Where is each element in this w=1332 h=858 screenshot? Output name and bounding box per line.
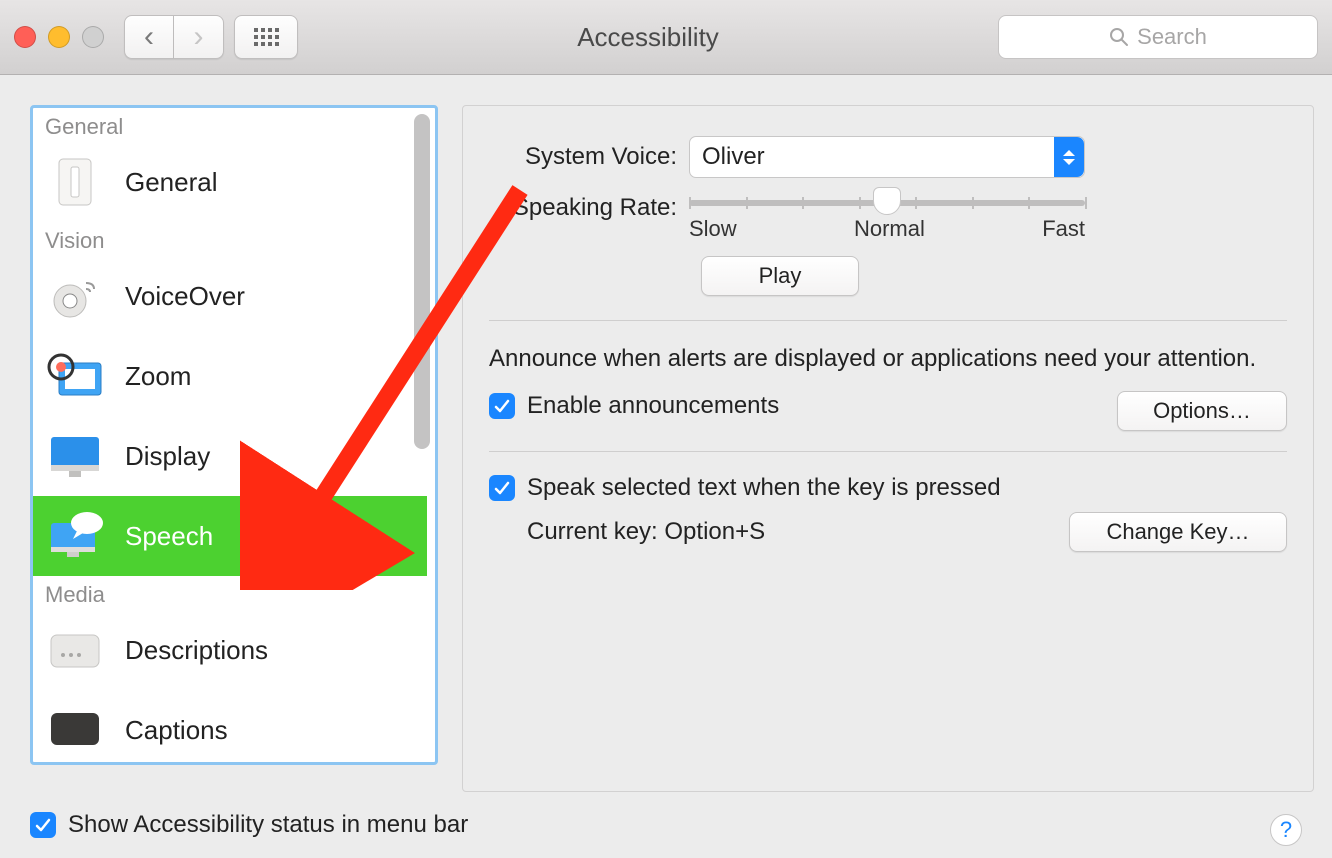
captions-icon	[43, 702, 107, 758]
updown-icon	[1054, 137, 1084, 177]
sidebar-item-display[interactable]: Display	[33, 416, 427, 496]
forward-button: ›	[174, 15, 224, 59]
window-title: Accessibility	[308, 22, 988, 53]
sidebar-item-captions[interactable]: Captions	[33, 690, 427, 762]
footer: Show Accessibility status in menu bar ?	[0, 802, 1332, 858]
general-icon	[43, 154, 107, 210]
sidebar-item-descriptions[interactable]: Descriptions	[33, 610, 427, 690]
options-button-label: Options…	[1153, 398, 1251, 424]
sidebar-item-label: Descriptions	[125, 635, 268, 666]
speaking-rate-label: Speaking Rate:	[489, 192, 689, 222]
slider-thumb[interactable]	[873, 187, 901, 215]
system-voice-label: System Voice:	[489, 143, 689, 171]
sidebar-item-general[interactable]: General	[33, 142, 427, 222]
sidebar-item-label: General	[125, 167, 218, 198]
show-status-label: Show Accessibility status in menu bar	[68, 811, 468, 839]
check-icon	[493, 479, 511, 497]
sidebar-group-vision: Vision	[33, 222, 427, 256]
search-field[interactable]: Search	[998, 15, 1318, 59]
show-all-button[interactable]	[234, 15, 298, 59]
speech-icon	[43, 508, 107, 564]
sidebar-group-media: Media	[33, 576, 427, 610]
grid-icon	[254, 28, 279, 46]
back-button[interactable]: ‹	[124, 15, 174, 59]
sidebar-group-general: General	[33, 108, 427, 142]
toolbar: ‹ › Accessibility Search	[0, 0, 1332, 75]
play-button[interactable]: Play	[701, 256, 859, 296]
help-icon: ?	[1280, 817, 1292, 843]
display-icon	[43, 428, 107, 484]
category-sidebar: General General Vision VoiceOver Zoom	[30, 105, 438, 765]
descriptions-icon	[43, 622, 107, 678]
search-placeholder: Search	[1137, 24, 1207, 50]
voiceover-icon	[43, 268, 107, 324]
nav-buttons: ‹ ›	[124, 15, 224, 59]
sidebar-item-label: Display	[125, 441, 210, 472]
sidebar-item-label: Zoom	[125, 361, 191, 392]
sidebar-item-label: Captions	[125, 715, 228, 746]
current-key-label: Current key: Option+S	[527, 518, 765, 546]
sidebar-item-label: Speech	[125, 521, 213, 552]
help-button[interactable]: ?	[1270, 814, 1302, 846]
content-area: General General Vision VoiceOver Zoom	[0, 75, 1332, 802]
slider-max-label: Fast	[1042, 216, 1085, 242]
slider-mid-label: Normal	[854, 216, 925, 242]
minimize-window-button[interactable]	[48, 26, 70, 48]
window-controls	[14, 26, 104, 48]
speech-panel: System Voice: Oliver Speaking Rate:	[462, 105, 1314, 792]
category-list[interactable]: General General Vision VoiceOver Zoom	[33, 108, 435, 762]
system-voice-select[interactable]: Oliver	[689, 136, 1085, 178]
close-window-button[interactable]	[14, 26, 36, 48]
search-icon	[1109, 27, 1129, 47]
speak-selected-checkbox[interactable]	[489, 475, 515, 501]
show-status-checkbox[interactable]	[30, 812, 56, 838]
speak-selected-label: Speak selected text when the key is pres…	[527, 474, 1001, 502]
slider-min-label: Slow	[689, 216, 737, 242]
change-key-button-label: Change Key…	[1106, 519, 1249, 545]
check-icon	[493, 397, 511, 415]
sidebar-item-zoom[interactable]: Zoom	[33, 336, 427, 416]
announcements-options-button[interactable]: Options…	[1117, 391, 1287, 431]
chevron-left-icon: ‹	[144, 20, 154, 54]
play-button-label: Play	[759, 263, 802, 289]
change-key-button[interactable]: Change Key…	[1069, 512, 1287, 552]
enable-announcements-checkbox[interactable]	[489, 393, 515, 419]
sidebar-item-label: VoiceOver	[125, 281, 245, 312]
zoom-icon	[43, 348, 107, 404]
announce-description: Announce when alerts are displayed or ap…	[489, 343, 1287, 375]
divider	[489, 451, 1287, 452]
divider	[489, 320, 1287, 321]
zoom-window-button	[82, 26, 104, 48]
enable-announcements-label: Enable announcements	[527, 392, 779, 420]
speaking-rate-slider[interactable]: Slow Normal Fast	[689, 192, 1085, 242]
chevron-right-icon: ›	[194, 20, 204, 54]
sidebar-item-voiceover[interactable]: VoiceOver	[33, 256, 427, 336]
system-voice-value: Oliver	[702, 143, 765, 171]
sidebar-item-speech[interactable]: Speech	[33, 496, 427, 576]
sidebar-scrollbar[interactable]	[414, 114, 430, 449]
check-icon	[34, 816, 52, 834]
